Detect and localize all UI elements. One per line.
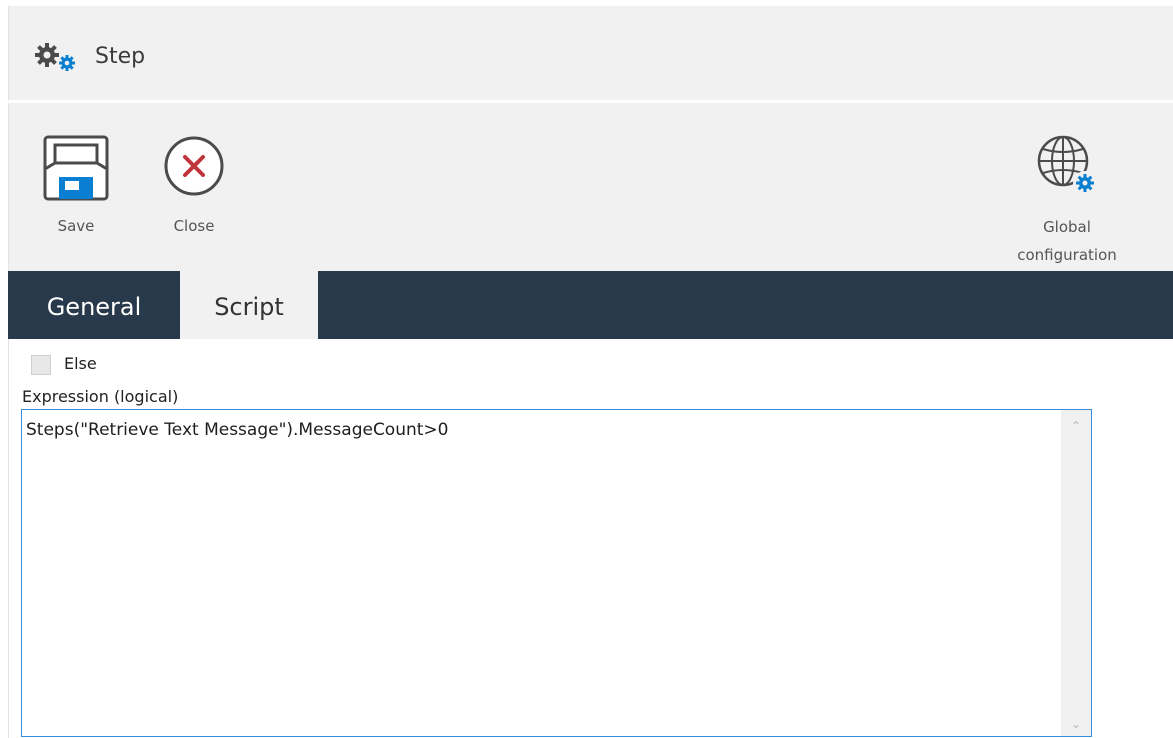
scroll-up-icon[interactable]: ⌃	[1061, 414, 1091, 438]
title-bar: Step	[8, 6, 1173, 100]
expression-text: Steps("Retrieve Text Message").MessageCo…	[26, 420, 449, 440]
else-label: Else	[64, 354, 97, 373]
save-button[interactable]: Save	[33, 131, 119, 235]
global-configuration-label: Global configuration	[997, 213, 1137, 269]
tab-script[interactable]: Script	[180, 271, 318, 339]
else-checkbox[interactable]	[31, 355, 51, 375]
globe-gear-icon	[1037, 135, 1097, 195]
save-icon	[43, 135, 109, 201]
scroll-down-icon[interactable]: ⌄	[1061, 712, 1091, 736]
expression-label: Expression (logical)	[22, 387, 179, 406]
close-icon	[164, 136, 224, 196]
toolbar: Save Close Global configuration	[8, 103, 1173, 271]
global-configuration-button[interactable]: Global configuration	[997, 131, 1137, 264]
global-label-line1: Global	[1043, 218, 1091, 236]
close-label: Close	[173, 217, 215, 235]
window-title: Step	[95, 44, 146, 69]
step-dialog: Step Save Close Global configuration Gen…	[8, 0, 1173, 738]
global-label-line2: configuration	[1017, 246, 1117, 264]
save-label: Save	[57, 217, 95, 235]
tab-general[interactable]: General	[8, 271, 180, 339]
close-button[interactable]: Close	[149, 131, 239, 235]
vertical-scrollbar[interactable]: ⌃ ⌄	[1061, 410, 1091, 736]
tab-bar: General Script	[8, 271, 1173, 339]
expression-textarea[interactable]: Steps("Retrieve Text Message").MessageCo…	[21, 409, 1092, 737]
gears-icon	[35, 43, 75, 71]
script-panel: Else Expression (logical) Steps("Retriev…	[8, 339, 1173, 738]
